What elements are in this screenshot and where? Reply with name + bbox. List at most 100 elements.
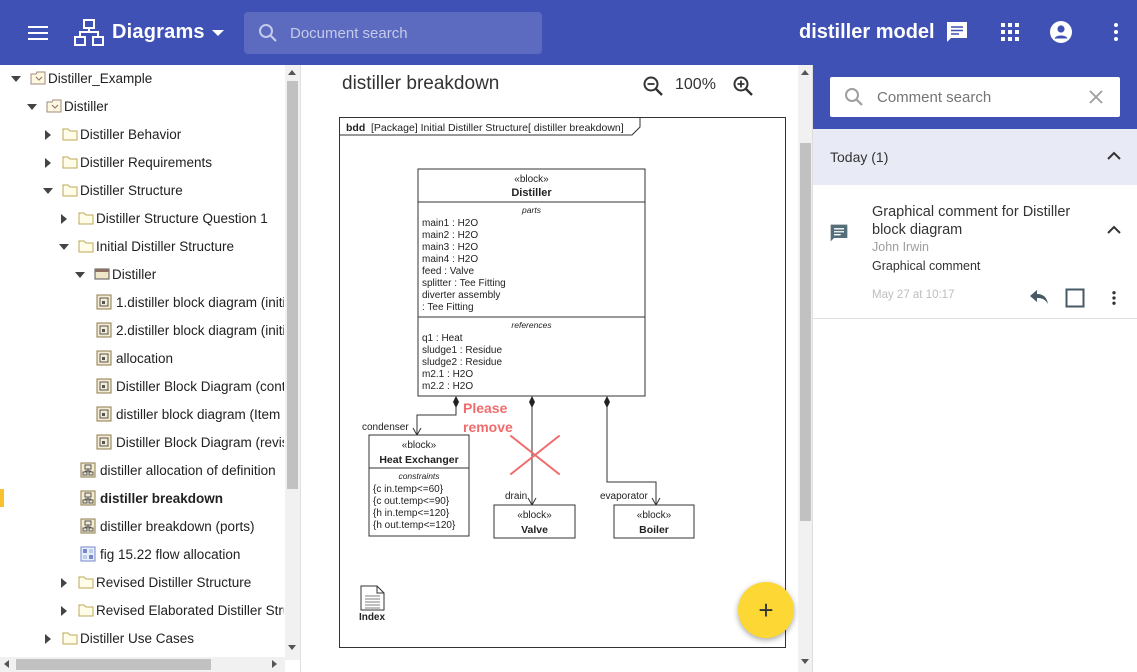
tree-item[interactable]: Distiller Structure Question 1 xyxy=(0,205,284,233)
expand-right-icon[interactable] xyxy=(45,130,51,140)
tree-item-label: Distiller Block Diagram (cont) xyxy=(116,379,284,394)
expand-right-icon[interactable] xyxy=(61,578,67,588)
tree-item[interactable]: 2.distiller block diagram (initial) xyxy=(0,317,284,345)
zoom-out-icon[interactable] xyxy=(642,75,664,97)
annotation-cross-icon xyxy=(510,435,560,475)
more-vert-icon[interactable] xyxy=(1105,289,1123,307)
expand-right-icon[interactable] xyxy=(61,606,67,616)
scroll-down-icon[interactable] xyxy=(801,659,809,664)
heat-exchanger-block[interactable]: «block» Heat Exchanger constraints {c in… xyxy=(368,434,470,537)
tree-item[interactable]: distiller block diagram (Item flows) xyxy=(0,401,284,429)
tree-item[interactable]: distiller allocation of definition xyxy=(0,457,284,485)
scroll-down-icon[interactable] xyxy=(288,645,296,650)
distiller-block[interactable]: «block» Distiller parts main1 : H2Omain2… xyxy=(417,168,646,397)
expand-right-icon[interactable] xyxy=(45,634,51,644)
tree-horizontal-scrollbar[interactable] xyxy=(0,657,285,672)
tree-item[interactable]: Distiller Block Diagram (revised) xyxy=(0,429,284,457)
comment-author: John Irwin xyxy=(872,240,929,254)
comment-date: May 27 at 10:17 xyxy=(872,289,955,301)
reference-property: sludge1 : Residue xyxy=(422,345,502,356)
chevron-up-icon[interactable] xyxy=(1107,151,1121,161)
scroll-up-icon[interactable] xyxy=(288,70,296,75)
part-property: main2 : H2O xyxy=(422,230,478,241)
tree-item[interactable]: distiller breakdown xyxy=(0,485,284,513)
scroll-up-icon[interactable] xyxy=(801,70,809,75)
document-search[interactable] xyxy=(244,12,542,54)
block-definition-diagram-icon xyxy=(80,518,96,534)
tree-item[interactable]: Distiller xyxy=(0,261,284,289)
document-search-input[interactable] xyxy=(290,20,530,46)
comment-icon[interactable] xyxy=(945,20,969,44)
tree-item[interactable]: Revised Elaborated Distiller Structure xyxy=(0,597,284,625)
tree-item[interactable]: Revised Distiller Structure xyxy=(0,569,284,597)
diagram-vertical-scrollbar[interactable] xyxy=(798,65,813,672)
constraint: {h out.temp<=120} xyxy=(373,520,456,531)
tree-item[interactable]: Distiller Use Cases xyxy=(0,625,284,653)
tree-item[interactable]: Distiller xyxy=(0,93,284,121)
distiller-stereotype: «block» xyxy=(514,174,549,185)
comment-item[interactable]: Graphical comment for Distiller block di… xyxy=(813,185,1137,319)
tree-item-label: Distiller xyxy=(112,267,157,282)
valve-stereotype: «block» xyxy=(517,510,552,521)
expand-down-icon[interactable] xyxy=(27,104,37,110)
comment-search[interactable] xyxy=(830,77,1120,117)
comment-title: Graphical comment for Distiller block di… xyxy=(872,204,1071,238)
comment-search-input[interactable] xyxy=(877,86,1077,108)
scroll-right-icon[interactable] xyxy=(272,660,277,668)
frame-kind: bdd xyxy=(346,122,365,134)
tree-horizontal-scroll-thumb[interactable] xyxy=(16,659,211,670)
graphical-comment-annotation[interactable]: Please remove xyxy=(463,400,560,475)
role-drain: drain xyxy=(505,491,527,502)
add-fab-button[interactable]: + xyxy=(738,582,794,638)
resolve-checkbox-icon[interactable] xyxy=(1065,288,1085,308)
folder-icon xyxy=(78,575,94,589)
boiler-name: Boiler xyxy=(639,524,669,536)
diagram-vertical-scroll-thumb[interactable] xyxy=(800,143,811,521)
menu-icon[interactable] xyxy=(28,22,54,44)
expand-down-icon[interactable] xyxy=(11,76,21,82)
apps-grid-icon[interactable] xyxy=(998,20,1022,44)
tree-item[interactable]: Distiller Requirements xyxy=(0,149,284,177)
account-icon[interactable] xyxy=(1049,20,1073,44)
app-switcher-caret-icon[interactable] xyxy=(212,30,224,36)
zoom-level: 100% xyxy=(675,76,716,93)
folder-icon xyxy=(62,155,78,169)
expand-right-icon[interactable] xyxy=(45,158,51,168)
expand-down-icon[interactable] xyxy=(75,272,85,278)
references-header: references xyxy=(511,320,552,330)
tree-vertical-scrollbar[interactable] xyxy=(285,65,300,660)
valve-name: Valve xyxy=(521,524,548,536)
tree-item[interactable]: 1.distiller block diagram (initial) xyxy=(0,289,284,317)
clear-search-icon[interactable] xyxy=(1088,89,1104,105)
tree-item[interactable]: Distiller Block Diagram (cont) xyxy=(0,373,284,401)
more-vert-icon[interactable] xyxy=(1104,20,1128,44)
expand-down-icon[interactable] xyxy=(59,244,69,250)
tree-vertical-scroll-thumb[interactable] xyxy=(287,81,298,489)
boiler-block[interactable]: «block» Boiler xyxy=(613,504,695,539)
tree-item-label: Distiller Use Cases xyxy=(80,631,195,646)
folder-icon xyxy=(78,603,94,617)
block-icon xyxy=(94,267,110,281)
bdd-diagram: bdd [Package] Initial Distiller Structur… xyxy=(340,118,695,623)
scroll-left-icon[interactable] xyxy=(4,660,9,668)
tree-item[interactable]: fig 15.22 flow allocation xyxy=(0,541,284,569)
tree-item[interactable]: Distiller_Example xyxy=(0,65,284,93)
index-link[interactable]: Index xyxy=(359,585,386,623)
diagram-canvas[interactable]: bdd [Package] Initial Distiller Structur… xyxy=(339,117,786,648)
tree-item[interactable]: distiller breakdown (ports) xyxy=(0,513,284,541)
zoom-in-icon[interactable] xyxy=(732,75,754,97)
block-definition-diagram-icon xyxy=(80,462,96,478)
tree-item[interactable]: allocation xyxy=(0,345,284,373)
valve-block[interactable]: «block» Valve xyxy=(493,504,576,539)
tree-item[interactable]: Distiller Structure xyxy=(0,177,284,205)
expand-right-icon[interactable] xyxy=(61,214,67,224)
chevron-up-icon[interactable] xyxy=(1107,225,1121,235)
tree-item[interactable]: Initial Distiller Structure xyxy=(0,233,284,261)
reply-icon[interactable] xyxy=(1029,289,1049,305)
frame-label: [Package] Initial Distiller Structure[ d… xyxy=(371,122,624,134)
expand-down-icon[interactable] xyxy=(43,188,53,194)
tree-item[interactable]: Distiller Behavior xyxy=(0,121,284,149)
model-tree: Distiller_Example Distiller Distiller Beha… xyxy=(0,65,300,672)
annotation-line1: Please xyxy=(463,400,508,416)
comment-group-header[interactable]: Today (1) xyxy=(813,129,1137,185)
